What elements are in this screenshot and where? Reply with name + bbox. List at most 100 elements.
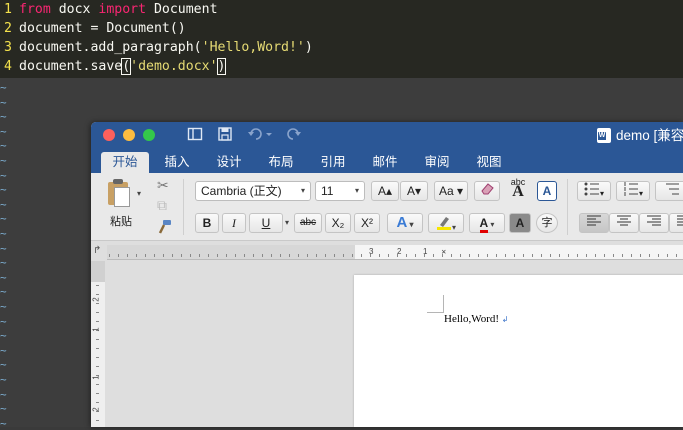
align-right-button[interactable] [639,213,669,233]
save-icon[interactable] [217,126,233,144]
empty-line-marker: ~ [0,154,7,167]
line-number: 3 [4,40,12,55]
shrink-font-button[interactable]: A▾ [400,181,428,201]
italic-button[interactable]: I [222,213,246,233]
ruler-tick [190,254,191,257]
multilevel-list-button[interactable] [655,181,683,201]
ruler-tick [487,254,488,257]
code-line[interactable]: 3 document.add_paragraph('Hello,Word!') [0,38,313,57]
bold-button[interactable]: B [195,213,219,233]
empty-line-marker: ~ [0,402,7,416]
ruler-tick [181,254,182,257]
highlight-button[interactable]: ▾ [428,213,464,233]
paste-icon[interactable] [107,178,130,207]
code-line[interactable]: 1 from docx import Document [0,0,217,19]
align-center-icon [617,215,631,226]
ruler-number: 1 [91,327,101,332]
empty-line-marker: ~ [0,329,7,343]
ruler-tick [604,254,605,257]
empty-line-marker: ~ [0,285,7,299]
horizontal-ruler[interactable]: ⌄ ⌃ 321 [107,245,683,260]
ruler-tick [217,254,218,257]
code-token: document = Document() [19,21,186,36]
empty-line-marker: ~ [0,81,7,94]
format-painter-icon[interactable] [157,219,173,238]
undo-icon[interactable] [247,126,273,144]
align-center-button[interactable] [609,213,639,233]
tab-2[interactable]: 设计 [209,152,249,173]
code-token: ) [216,58,227,75]
ruler-tick [595,254,596,257]
tab-5[interactable]: 邮件 [365,152,405,173]
paste-dropdown-icon[interactable]: ▾ [137,184,141,204]
ruler-tick [676,254,677,257]
tab-stop-icon[interactable]: ↱ [93,245,101,256]
clear-formatting-button[interactable] [474,181,500,201]
tab-6[interactable]: 审阅 [417,152,457,173]
ruler-tick [658,254,659,257]
ruler-number: 1 [91,375,101,380]
ruler-tick [109,254,110,257]
justify-button[interactable] [669,213,683,233]
grow-font-button[interactable]: A▴ [371,181,399,201]
code-area[interactable]: 1 from docx import Document 2 document = Do… [0,0,683,78]
empty-line-marker: ~ [0,168,7,182]
cut-icon[interactable]: ✂ [157,177,169,193]
minimize-button[interactable] [123,129,135,141]
word-doc-icon: W [597,128,611,143]
strikethrough-button[interactable]: abc [294,213,322,233]
copy-icon[interactable]: ⧉ [157,197,167,213]
vertical-ruler[interactable]: 2 1 1 2 [91,261,105,427]
ruler-tick [568,254,569,257]
tab-3[interactable]: 布局 [261,152,301,173]
ruler-tick [586,254,587,257]
font-color-button[interactable]: A ▾ [469,213,505,233]
document-page[interactable]: Hello,Word! ↲ [354,275,683,427]
ruler-tick [613,254,614,257]
code-token: import [98,2,147,17]
redo-icon[interactable] [287,126,303,144]
bullets-button[interactable]: ▾ [577,181,611,201]
ruler-tick [433,254,434,257]
close-button[interactable] [103,129,115,141]
ruler-tick [96,312,99,313]
tab-1[interactable]: 插入 [157,152,197,173]
empty-line-marker: ~ [0,183,7,197]
underline-dropdown-icon[interactable]: ▾ [285,213,289,233]
ruler-tick [379,254,380,257]
paste-label[interactable]: 粘贴 [110,213,132,229]
ruler-tick [307,254,308,257]
tab-4[interactable]: 引用 [313,152,353,173]
subscript-button[interactable]: X₂ [325,213,351,233]
superscript-button[interactable]: X² [354,213,380,233]
ruler-tick [631,254,632,257]
character-shading-button[interactable]: A [509,213,531,233]
tab-0[interactable]: 开始 [101,152,149,173]
empty-line-marker: ~ [0,212,7,226]
text-effects-button[interactable]: A ▾ [387,213,423,233]
change-case-button[interactable]: Aa ▾ [434,181,468,201]
align-left-button[interactable] [579,213,609,233]
numbering-button[interactable]: ▾ [616,181,650,201]
ruler-tick [514,254,515,257]
empty-line-marker: ~ [0,270,7,284]
character-border-button[interactable]: A [537,181,557,201]
ruler-tick [96,339,99,340]
underline-button[interactable]: U [249,213,283,233]
empty-line-marker: ~ [0,387,7,401]
enclose-characters-button[interactable]: 字 [536,213,558,233]
font-name-box[interactable]: Cambria (正文) [195,181,311,201]
phonetic-guide-button[interactable]: abc A [506,177,530,203]
font-name-dropdown-icon[interactable]: ▾ [301,181,305,201]
code-line[interactable]: 4 document.save('demo.docx') [0,57,227,76]
document-paragraph[interactable]: Hello,Word! ↲ [444,312,508,327]
document-workspace[interactable]: ↱ ⌄ ⌃ 321 2112 Hello,Word! ↲ [91,241,683,427]
empty-line-marker: ~ [0,343,7,357]
paragraph-mark-icon: ↲ [501,315,509,324]
code-line[interactable]: 2 document = Document() [0,19,186,38]
word-doc-icon-letter: W [598,132,606,140]
sidebar-icon[interactable] [187,126,203,144]
zoom-button[interactable] [143,129,155,141]
tab-7[interactable]: 视图 [469,152,509,173]
font-size-dropdown-icon[interactable]: ▾ [355,181,359,201]
